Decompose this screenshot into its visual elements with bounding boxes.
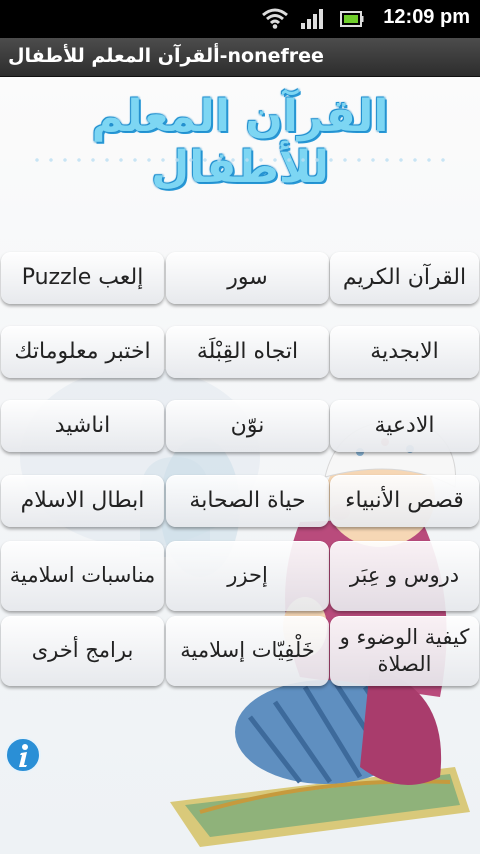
surahs-button[interactable]: سور	[166, 252, 329, 304]
wifi-icon	[262, 8, 288, 29]
companions-button[interactable]: حياة الصحابة	[166, 475, 329, 527]
puzzle-button[interactable]: إلعب Puzzle	[1, 252, 164, 304]
prayers-button[interactable]: الادعية	[330, 400, 479, 452]
prophets-stories-button[interactable]: قصص الأنبياء	[330, 475, 479, 527]
logo-sparkles	[30, 155, 450, 165]
status-time: 12:09 pm	[383, 6, 470, 28]
info-icon[interactable]	[4, 736, 42, 774]
title-bar: ألقرآن المعلم للأطفال-nonefree	[0, 38, 480, 77]
noon-button[interactable]: نوّن	[166, 400, 329, 452]
lessons-button[interactable]: دروس و عِبَر	[330, 541, 479, 611]
occasions-button[interactable]: مناسبات اسلامية	[1, 541, 164, 611]
status-bar: 12:09 pm	[0, 0, 480, 38]
alphabet-button[interactable]: الابجدية	[330, 326, 479, 378]
guess-button[interactable]: إحزر	[166, 541, 329, 611]
wudu-salah-button[interactable]: كيفية الوضوء و الصلاة	[330, 616, 479, 686]
other-apps-button[interactable]: برامج أخرى	[1, 616, 164, 686]
praying-child-illustration	[20, 367, 470, 847]
main-content: القرآن المعلم للأطفال إلعب Puzzle سور ال…	[0, 77, 480, 854]
heroes-button[interactable]: ابطال الاسلام	[1, 475, 164, 527]
window-title: ألقرآن المعلم للأطفال-nonefree	[8, 45, 324, 67]
app-logo: القرآن المعلم للأطفال	[91, 91, 389, 193]
battery-icon	[340, 11, 364, 27]
quran-button[interactable]: القرآن الكريم	[330, 252, 479, 304]
qibla-button[interactable]: اتجاه القِبْلَة	[166, 326, 329, 378]
wallpapers-button[interactable]: خَلْفِيّات إسلامية	[166, 616, 329, 686]
signal-icon	[301, 9, 323, 29]
quiz-button[interactable]: اختبر معلوماتك	[1, 326, 164, 378]
songs-button[interactable]: اناشيد	[1, 400, 164, 452]
